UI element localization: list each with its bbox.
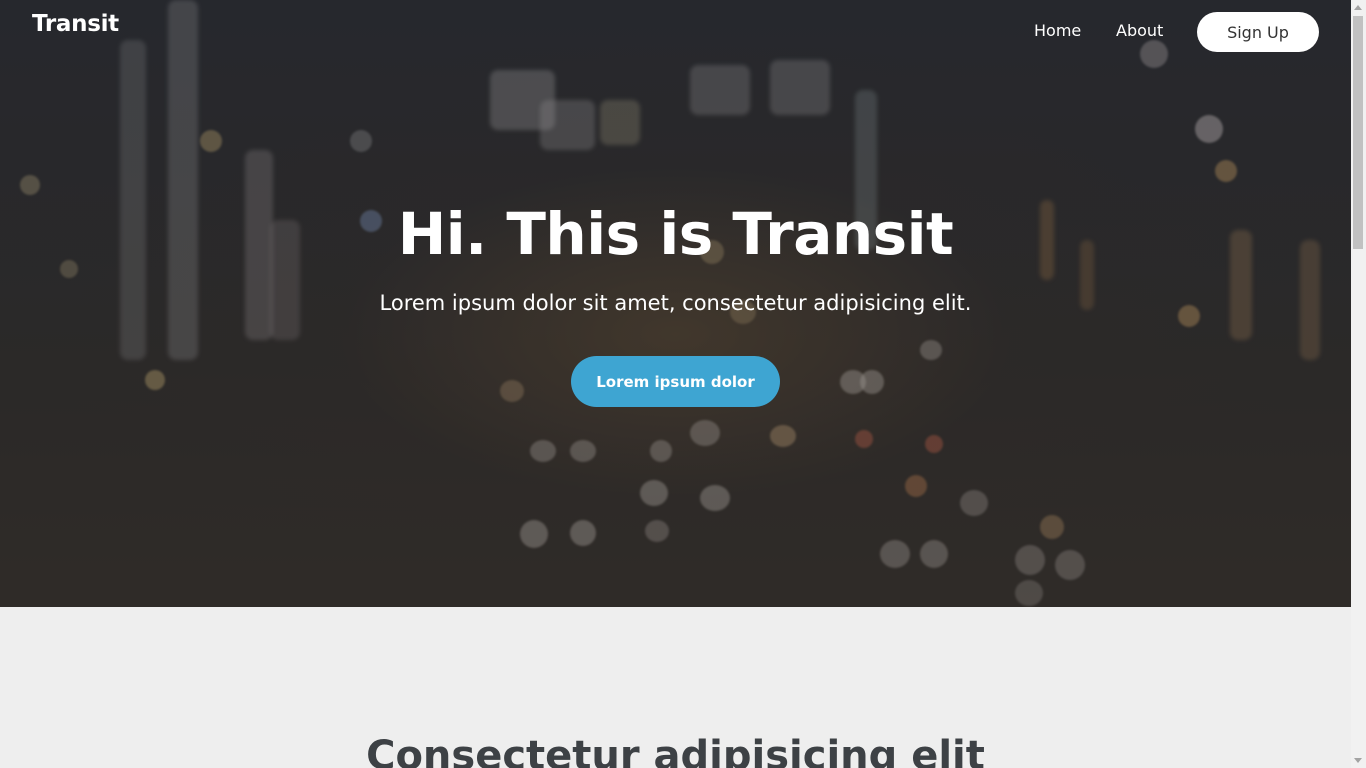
nav-link-about[interactable]: About (1116, 21, 1163, 40)
scroll-thumb[interactable] (1353, 16, 1363, 249)
page-scrollbar[interactable] (1351, 0, 1366, 768)
section-heading: Consectetur adipisicing elit (366, 733, 985, 768)
hero-subtitle: Lorem ipsum dolor sit amet, consectetur … (379, 291, 972, 315)
nav-link-home[interactable]: Home (1034, 21, 1081, 40)
sign-up-button[interactable]: Sign Up (1197, 12, 1319, 52)
brand-logo[interactable]: Transit (32, 11, 119, 37)
hero-title: Hi. This is Transit (397, 200, 954, 268)
scroll-down-icon[interactable] (1354, 758, 1362, 763)
scroll-up-icon[interactable] (1354, 5, 1362, 10)
hero-banner: Transit Home About Sign Up Hi. This is T… (0, 0, 1351, 607)
hero-cta-button[interactable]: Lorem ipsum dolor (571, 356, 780, 407)
page: Transit Home About Sign Up Hi. This is T… (0, 0, 1351, 768)
